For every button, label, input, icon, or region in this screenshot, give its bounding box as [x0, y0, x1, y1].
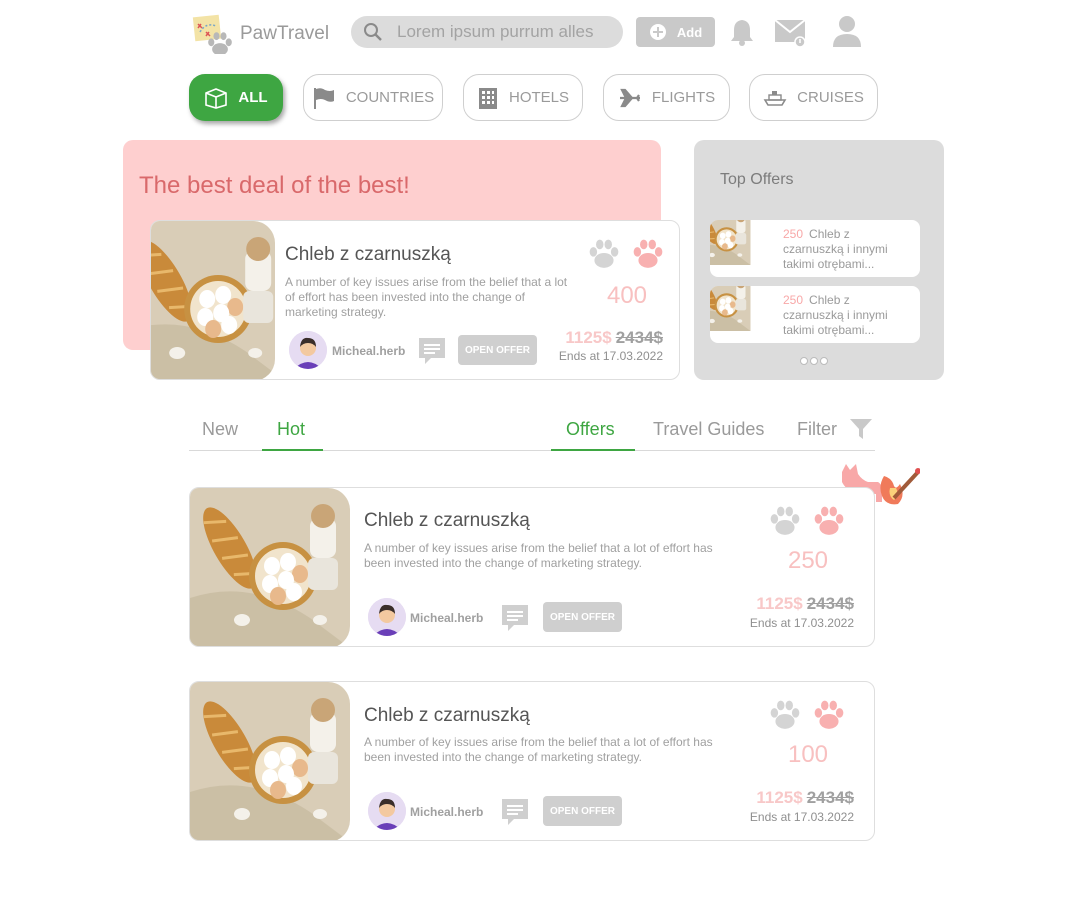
offer-card[interactable]: Chleb z czarnuszką A number of key issue… — [189, 487, 875, 647]
category-tab-hotels[interactable]: HOTELS — [463, 74, 583, 121]
tab-offers[interactable]: Offers — [566, 419, 615, 440]
offer-image — [151, 221, 275, 380]
plane-icon — [619, 88, 640, 107]
category-tab-label: HOTELS — [508, 89, 569, 106]
offer-title: Chleb z czarnuszką — [364, 705, 530, 726]
app-name: PawTravel — [240, 23, 330, 44]
offer-price: 1125$ 2434$ — [756, 594, 854, 614]
flag-icon — [313, 87, 334, 109]
category-tab-label: ALL — [238, 89, 268, 106]
offer-end-date: Ends at 17.03.2022 — [749, 616, 854, 630]
avatar[interactable] — [368, 598, 406, 636]
top-offer-points: 250 — [783, 227, 804, 241]
search-input[interactable] — [397, 22, 617, 42]
mail-icon[interactable] — [774, 18, 808, 48]
ship-icon — [763, 90, 787, 106]
paw-dislike-icon[interactable] — [768, 504, 802, 538]
building-icon — [478, 87, 497, 109]
top-offers-panel: Top Offers 250 Chleb z czarnuszką i innym… — [694, 140, 944, 380]
user-profile-icon[interactable] — [830, 14, 864, 48]
offer-end-date: Ends at 17.03.2022 — [558, 349, 663, 363]
offer-price: 1125$ 2434$ — [565, 328, 663, 348]
open-offer-button[interactable]: OPEN OFFER — [458, 335, 537, 365]
top-offer-item[interactable]: 250 Chleb z czarnuszką i innymi takimi ot… — [710, 220, 920, 277]
carousel-dots[interactable] — [800, 357, 828, 365]
open-offer-button[interactable]: OPEN OFFER — [543, 602, 622, 632]
offer-thumbnail — [710, 220, 770, 277]
box-icon — [205, 87, 228, 109]
price-old: 2434$ — [806, 788, 854, 807]
offer-description: A number of key issues arise from the be… — [364, 735, 713, 764]
avatar[interactable] — [368, 792, 406, 830]
offer-title: Chleb z czarnuszką — [285, 244, 451, 265]
category-tab-label: COUNTRIES — [345, 89, 435, 106]
paw-like-icon[interactable] — [812, 698, 846, 732]
offer-title: Chleb z czarnuszką — [364, 510, 530, 531]
price-old: 2434$ — [615, 328, 663, 347]
comment-icon[interactable] — [500, 603, 530, 633]
paw-like-icon[interactable] — [631, 237, 665, 271]
filter-icon[interactable] — [849, 418, 873, 440]
user-name[interactable]: Micheal.herb — [410, 611, 483, 625]
paw-dislike-icon[interactable] — [587, 237, 621, 271]
paw-like-icon[interactable] — [812, 504, 846, 538]
offer-price: 1125$ 2434$ — [756, 788, 854, 808]
offer-points: 250 — [787, 547, 829, 574]
open-offer-button[interactable]: OPEN OFFER — [543, 796, 622, 826]
category-tab-flights[interactable]: FLIGHTS — [603, 74, 730, 121]
user-name[interactable]: Micheal.herb — [332, 344, 405, 358]
offer-image — [190, 682, 350, 841]
add-button[interactable]: Add — [636, 17, 715, 47]
hero-title: The best deal of the best! — [139, 172, 410, 199]
tab-new[interactable]: New — [202, 419, 238, 440]
app-logo[interactable]: PawTravel — [192, 14, 329, 54]
offer-card[interactable]: Chleb z czarnuszką A number of key issue… — [189, 681, 875, 841]
active-tab-underline — [262, 449, 323, 451]
category-tab-countries[interactable]: COUNTRIES — [303, 74, 443, 121]
offer-description: A number of key issues arise from the be… — [364, 541, 713, 570]
add-button-label: Add — [676, 24, 703, 40]
offer-points: 100 — [787, 741, 829, 768]
filter-label: Filter — [797, 419, 837, 439]
user-name[interactable]: Micheal.herb — [410, 805, 483, 819]
category-tab-label: CRUISES — [797, 89, 864, 106]
comment-icon[interactable] — [500, 797, 530, 827]
offer-points: 400 — [606, 282, 648, 309]
search-icon — [364, 23, 382, 41]
paw-dislike-icon[interactable] — [768, 698, 802, 732]
map-paw-logo-icon — [192, 14, 232, 54]
offer-thumbnail — [710, 286, 770, 343]
price-old: 2434$ — [806, 594, 854, 613]
tab-hot[interactable]: Hot — [277, 419, 305, 440]
category-tab-all[interactable]: ALL — [189, 74, 283, 121]
hero-offer-card[interactable]: Chleb z czarnuszką A number of key issue… — [150, 220, 680, 380]
offer-image — [190, 488, 350, 647]
offer-end-date: Ends at 17.03.2022 — [749, 810, 854, 824]
bell-icon[interactable] — [729, 17, 755, 47]
top-offer-item[interactable]: 250 Chleb z czarnuszką i innymi takimi ot… — [710, 286, 920, 343]
top-offers-title: Top Offers — [720, 171, 794, 188]
plus-circle-icon — [649, 24, 666, 40]
search-bar[interactable] — [351, 16, 623, 48]
price-new: 1125$ — [565, 328, 612, 347]
active-tab-underline — [551, 449, 635, 451]
tab-travel-guides[interactable]: Travel Guides — [653, 419, 764, 440]
category-tab-label: FLIGHTS — [651, 89, 716, 106]
filter-button[interactable]: Filter — [797, 419, 837, 440]
price-new: 1125$ — [756, 594, 803, 613]
avatar[interactable] — [289, 331, 327, 369]
price-new: 1125$ — [756, 788, 803, 807]
top-offer-points: 250 — [783, 293, 804, 307]
category-tab-cruises[interactable]: CRUISES — [749, 74, 878, 121]
comment-icon[interactable] — [417, 336, 447, 366]
offer-description: A number of key issues arise from the be… — [285, 275, 568, 319]
